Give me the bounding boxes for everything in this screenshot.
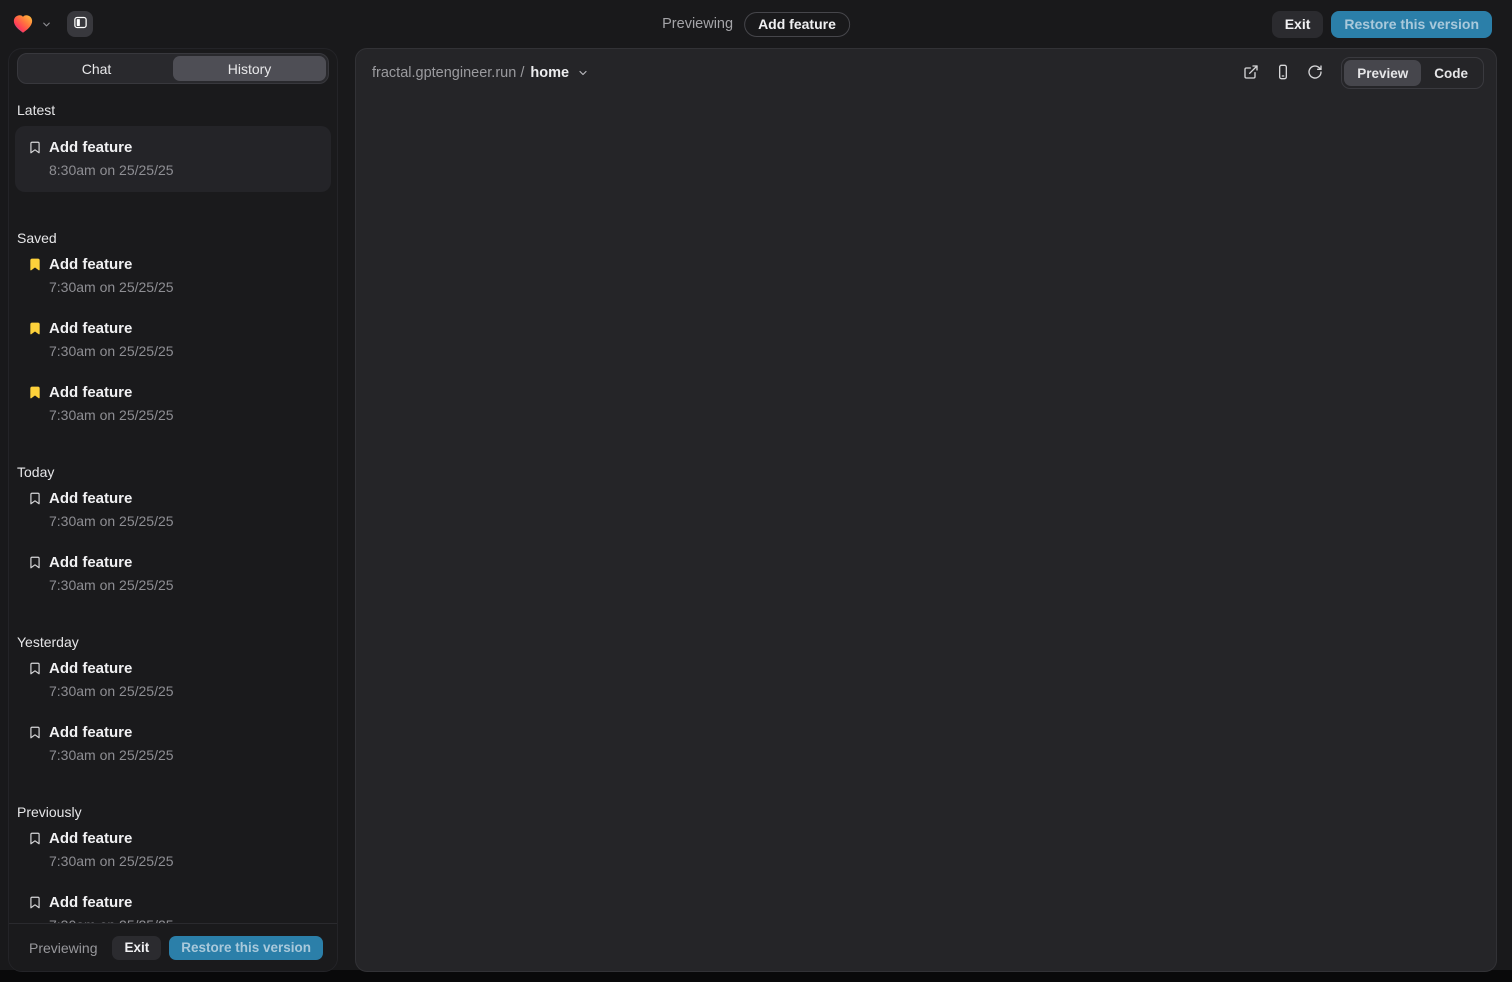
bookmark-filled-icon[interactable] xyxy=(27,321,43,336)
url-chevron-down-icon xyxy=(577,67,589,79)
history-item[interactable]: Add feature 7:30am on 25/25/25 xyxy=(27,892,319,923)
history-item[interactable]: Add feature 8:30am on 25/25/25 xyxy=(15,126,331,192)
smartphone-icon xyxy=(1275,64,1291,83)
bookmark-filled-icon[interactable] xyxy=(27,257,43,272)
history-item-time: 7:30am on 25/25/25 xyxy=(49,574,319,596)
footer-restore-version-button[interactable]: Restore this version xyxy=(169,936,323,960)
history-item-time: 7:30am on 25/25/25 xyxy=(49,510,319,532)
history-list[interactable]: Latest Add feature 8:30am on 25/25/25 Sa… xyxy=(9,84,337,923)
history-item[interactable]: Add feature 7:30am on 25/25/25 xyxy=(27,552,319,596)
sidebar-tabs: Chat History xyxy=(17,53,329,84)
history-section: Latest Add feature 8:30am on 25/25/25 xyxy=(27,84,319,192)
external-link-icon xyxy=(1243,64,1259,83)
history-item-time: 7:30am on 25/25/25 xyxy=(49,914,319,923)
history-item-time: 8:30am on 25/25/25 xyxy=(49,159,319,181)
bookmark-icon[interactable] xyxy=(27,895,43,910)
project-menu-chevron-down-icon[interactable] xyxy=(41,19,52,30)
topbar-left xyxy=(12,11,93,37)
bookmark-icon[interactable] xyxy=(27,661,43,676)
history-item-title: Add feature xyxy=(49,828,319,850)
code-tab-button[interactable]: Code xyxy=(1421,60,1481,86)
preview-header-actions: Preview Code xyxy=(1237,57,1484,89)
tab-history[interactable]: History xyxy=(173,56,326,81)
bookmark-icon[interactable] xyxy=(27,140,43,155)
history-item-title: Add feature xyxy=(49,318,319,340)
refresh-button[interactable] xyxy=(1301,59,1329,87)
bookmark-icon[interactable] xyxy=(27,725,43,740)
sidebar-footer: Previewing Exit Restore this version xyxy=(9,923,337,971)
history-section-items: Add feature 7:30am on 25/25/25 Add featu… xyxy=(27,828,319,923)
preview-panel: fractal.gptengineer.run / home xyxy=(355,48,1497,972)
preview-url-selector[interactable]: fractal.gptengineer.run / home xyxy=(372,65,589,81)
version-badge[interactable]: Add feature xyxy=(744,12,850,37)
history-section: Yesterday Add feature 7:30am on 25/25/25… xyxy=(27,616,319,766)
bookmark-icon[interactable] xyxy=(27,831,43,846)
history-item-title: Add feature xyxy=(49,892,319,914)
history-item-title: Add feature xyxy=(49,488,319,510)
preview-tab-button[interactable]: Preview xyxy=(1344,60,1421,86)
tab-chat[interactable]: Chat xyxy=(20,56,173,81)
history-section: Today Add feature 7:30am on 25/25/25 Add… xyxy=(27,446,319,596)
history-item[interactable]: Add feature 7:30am on 25/25/25 xyxy=(27,318,319,362)
preview-viewport[interactable] xyxy=(356,97,1496,971)
history-section: Saved Add feature 7:30am on 25/25/25 Add… xyxy=(27,212,319,426)
preview-url-domain: fractal.gptengineer.run / xyxy=(372,65,524,81)
history-section-items: Add feature 7:30am on 25/25/25 Add featu… xyxy=(27,658,319,766)
history-item-title: Add feature xyxy=(49,137,319,159)
bookmark-filled-icon[interactable] xyxy=(27,385,43,400)
sidebar-toggle-button[interactable] xyxy=(67,11,93,37)
history-item-time: 7:30am on 25/25/25 xyxy=(49,404,319,426)
history-item[interactable]: Add feature 7:30am on 25/25/25 xyxy=(27,658,319,702)
restore-version-button[interactable]: Restore this version xyxy=(1331,11,1492,38)
history-item[interactable]: Add feature 7:30am on 25/25/25 xyxy=(27,254,319,298)
history-item[interactable]: Add feature 7:30am on 25/25/25 xyxy=(27,488,319,532)
history-section-header: Yesterday xyxy=(17,616,319,652)
history-sidebar: Chat History Latest Add feature 8:30am o… xyxy=(8,48,338,972)
bookmark-icon[interactable] xyxy=(27,555,43,570)
history-section-header: Latest xyxy=(17,84,319,120)
history-section-header: Today xyxy=(17,446,319,482)
exit-button[interactable]: Exit xyxy=(1272,11,1324,38)
history-item-title: Add feature xyxy=(49,722,319,744)
footer-previewing-label: Previewing xyxy=(29,940,97,956)
bookmark-icon[interactable] xyxy=(27,491,43,506)
history-section-header: Saved xyxy=(17,212,319,248)
history-item[interactable]: Add feature 7:30am on 25/25/25 xyxy=(27,382,319,426)
preview-header: fractal.gptengineer.run / home xyxy=(356,49,1496,97)
history-section-items: Add feature 8:30am on 25/25/25 xyxy=(27,126,319,192)
history-item[interactable]: Add feature 7:30am on 25/25/25 xyxy=(27,828,319,872)
lovable-heart-logo[interactable] xyxy=(12,13,34,35)
history-item-time: 7:30am on 25/25/25 xyxy=(49,340,319,362)
history-section-items: Add feature 7:30am on 25/25/25 Add featu… xyxy=(27,254,319,426)
history-item-title: Add feature xyxy=(49,552,319,574)
mobile-view-button[interactable] xyxy=(1269,59,1297,87)
history-item-title: Add feature xyxy=(49,254,319,276)
view-toggle: Preview Code xyxy=(1341,57,1484,89)
preview-url-page: home xyxy=(530,65,569,81)
history-item-time: 7:30am on 25/25/25 xyxy=(49,744,319,766)
history-section-header: Previously xyxy=(17,786,319,822)
panel-left-icon xyxy=(73,15,88,33)
history-item-time: 7:30am on 25/25/25 xyxy=(49,850,319,872)
topbar-center: Previewing Add feature xyxy=(662,0,850,48)
history-item-title: Add feature xyxy=(49,658,319,680)
history-item-time: 7:30am on 25/25/25 xyxy=(49,276,319,298)
footer-exit-button[interactable]: Exit xyxy=(112,936,161,960)
open-in-new-tab-button[interactable] xyxy=(1237,59,1265,87)
history-section: Previously Add feature 7:30am on 25/25/2… xyxy=(27,786,319,923)
previewing-label: Previewing xyxy=(662,16,733,32)
refresh-icon xyxy=(1307,64,1323,83)
history-item[interactable]: Add feature 7:30am on 25/25/25 xyxy=(27,722,319,766)
topbar: Previewing Add feature Exit Restore this… xyxy=(0,0,1512,48)
history-section-items: Add feature 7:30am on 25/25/25 Add featu… xyxy=(27,488,319,596)
history-item-title: Add feature xyxy=(49,382,319,404)
history-item-time: 7:30am on 25/25/25 xyxy=(49,680,319,702)
topbar-right: Exit Restore this version xyxy=(1272,11,1492,38)
